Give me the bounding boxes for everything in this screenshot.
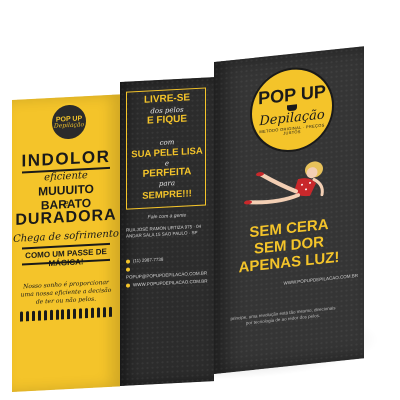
brochure-middle-panel: LIVRE-SE dos pelos E FIQUE com SUA PELE … — [120, 77, 214, 386]
brochure-left-panel: POP UP Depilação INDOLOR eficiente MUUUI… — [12, 94, 120, 392]
brochure-right-panel: POP UP Depilação METODO ORIGINAL · PREÇO… — [214, 46, 364, 374]
logo-small-badge: POP UP Depilação — [50, 102, 88, 143]
globe-icon — [126, 283, 130, 288]
logo-title: POP UP — [258, 80, 326, 108]
contact-list: (11) 2987-7738 POPUP@POPUPDEPILACAO.COM.… — [126, 253, 208, 290]
people-silhouettes — [20, 306, 112, 322]
email-icon — [126, 267, 130, 272]
phone-icon — [126, 259, 130, 264]
brochure-scene: POP UP Depilação INDOLOR eficiente MUUUI… — [0, 0, 400, 400]
site-text: WWW.POPUPDEPILACAO.COM.BR — [133, 278, 208, 288]
logo-small-subtitle: Depilação — [53, 120, 85, 130]
phone-text: (11) 2987-7738 — [133, 256, 164, 264]
body-text: Nosso sonho é proporcionar uma nossa efi… — [20, 278, 112, 306]
